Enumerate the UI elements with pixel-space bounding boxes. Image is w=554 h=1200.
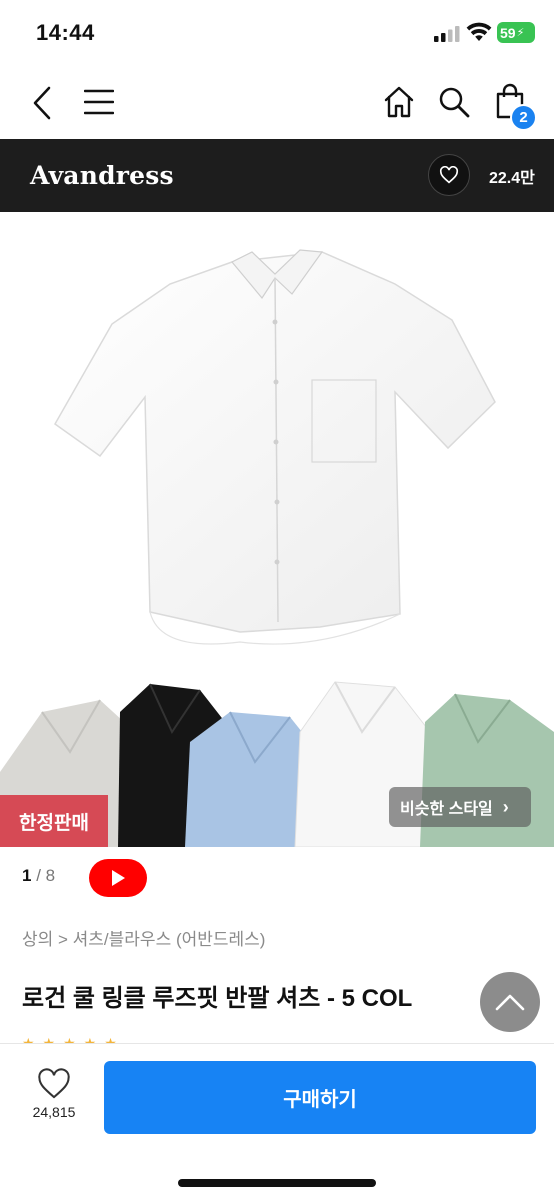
status-bar: 14:44 59 ⚡ <box>0 0 554 66</box>
scroll-to-top-button[interactable] <box>480 972 540 1032</box>
battery-indicator: 59 ⚡ <box>497 22 535 43</box>
bottom-action-bar: 24,815 구매하기 <box>0 1043 554 1200</box>
brand-name[interactable]: Avandress <box>30 161 174 190</box>
wifi-icon <box>466 22 492 41</box>
status-time: 14:44 <box>36 20 95 45</box>
brand-like-count: 22.4만 <box>489 170 535 187</box>
heart-icon <box>439 166 459 184</box>
signal-icon <box>434 26 460 42</box>
top-nav <box>0 66 554 138</box>
battery-level: 59 <box>500 24 516 41</box>
youtube-button[interactable] <box>89 859 147 897</box>
product-like-button[interactable]: 24,815 <box>18 1068 90 1130</box>
image-counter-current: 1 <box>22 866 32 885</box>
charging-icon: ⚡ <box>516 27 525 39</box>
youtube-play-icon <box>112 870 125 886</box>
heart-icon <box>38 1068 70 1099</box>
similar-style-button[interactable]: 비슷한 스타일 › <box>389 787 531 827</box>
product-title: 로건 쿨 링클 루즈핏 반팔 셔츠 - 5 COL <box>22 985 413 1012</box>
product-like-count: 24,815 <box>32 1104 76 1120</box>
brand-bar[interactable]: Avandress 22.4만 <box>0 139 554 212</box>
image-counter-total: 8 <box>45 866 56 885</box>
brand-like-button[interactable] <box>428 154 470 196</box>
back-icon[interactable] <box>30 85 54 121</box>
home-indicator <box>178 1179 376 1187</box>
menu-icon[interactable] <box>84 89 114 115</box>
product-photo <box>0 249 554 847</box>
image-counter: 1 / 8 <box>22 866 56 885</box>
chevron-right-icon: › <box>502 796 509 817</box>
similar-style-label: 비슷한 스타일 <box>400 801 493 818</box>
rating-stars: ★★★★★ <box>22 1035 125 1043</box>
search-icon[interactable] <box>438 86 470 118</box>
breadcrumb[interactable]: 상의 > 셔츠/블라우스 (어반드레스) <box>22 925 265 950</box>
chevron-up-icon <box>495 994 525 1011</box>
product-image-carousel[interactable]: 한정판매 비슷한 스타일 › <box>0 212 554 847</box>
buy-button[interactable]: 구매하기 <box>104 1061 536 1134</box>
product-page: 14:44 59 ⚡ 2 Avandress 22.4만 한정판매 비슷한 스타… <box>0 0 554 1200</box>
limited-sale-badge: 한정판매 <box>0 795 108 847</box>
cart-count-badge: 2 <box>510 104 537 131</box>
home-icon[interactable] <box>383 86 415 118</box>
